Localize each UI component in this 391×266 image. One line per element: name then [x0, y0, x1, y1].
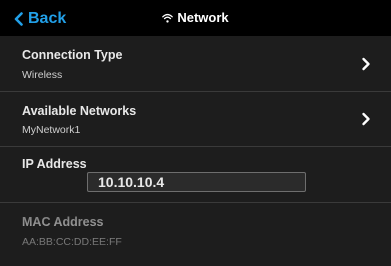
page-title-text: Network: [177, 10, 229, 25]
mac-address-value: AA:BB:CC:DD:EE:FF: [22, 236, 122, 248]
chevron-right-icon: [362, 112, 370, 126]
wifi-icon: [162, 13, 174, 23]
mac-address-label: MAC Address: [22, 215, 104, 229]
ip-address-value: 10.10.10.4: [98, 174, 165, 190]
ip-address-field[interactable]: 10.10.10.4: [87, 172, 306, 192]
mac-address-row: MAC Address AA:BB:CC:DD:EE:FF: [0, 203, 391, 263]
connection-type-value: Wireless: [22, 69, 63, 81]
available-networks-label: Available Networks: [22, 104, 137, 118]
page-title: Network: [0, 10, 391, 25]
connection-type-label: Connection Type: [22, 48, 123, 62]
connection-type-row[interactable]: Connection Type Wireless: [0, 36, 391, 92]
top-bar: Back Network: [0, 0, 391, 36]
ip-address-label: IP Address: [22, 157, 87, 171]
chevron-right-icon: [362, 57, 370, 71]
available-networks-value: MyNetwork1: [22, 124, 81, 136]
available-networks-row[interactable]: Available Networks MyNetwork1: [0, 92, 391, 147]
